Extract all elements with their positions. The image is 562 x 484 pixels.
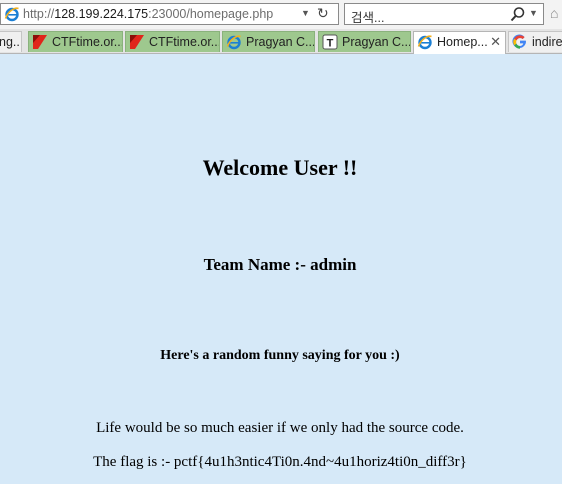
home-icon[interactable]: ⌂ (550, 5, 558, 21)
tab-google[interactable]: indire (508, 31, 562, 52)
tab-ctftime-1[interactable]: CTFtime.or... (28, 31, 123, 52)
saying-heading: Here's a random funny saying for you :) (160, 348, 400, 363)
address-bar[interactable]: http://128.199.224.175:23000/homepage.ph… (0, 3, 339, 25)
tab-label: ng... (0, 35, 22, 49)
funny-saying-text: Life would be so much easier if we only … (96, 420, 464, 436)
ctftime-flag-icon (130, 35, 144, 49)
ie-icon (4, 7, 19, 22)
svg-text:T: T (327, 38, 334, 50)
tab-label: Homep... (437, 35, 488, 49)
flag-text: The flag is :- pctf{4u1h3ntic4Ti0n.4nd~4… (93, 454, 467, 470)
search-dropdown-icon[interactable]: ▼ (529, 8, 538, 18)
tab-0[interactable]: ng... (0, 31, 22, 52)
tab-label: CTFtime.or... (52, 35, 123, 49)
search-input[interactable]: 검색... (351, 7, 384, 26)
team-name-heading: Team Name :- admin (203, 255, 357, 274)
tab-label: Pragyan C... (342, 35, 411, 49)
refresh-icon[interactable]: ↻ (317, 5, 329, 22)
tab-bar: ng... CTFtime.or... CTFtime.or... Pragya… (0, 29, 562, 54)
url-text: http://128.199.224.175:23000/homepage.ph… (23, 7, 274, 21)
search-box[interactable]: 검색... ▼ (344, 3, 544, 25)
google-icon (512, 34, 526, 49)
t-icon: T (322, 34, 338, 50)
tab-label: indire (532, 35, 562, 49)
tab-homepage[interactable]: Homep... ✕ (413, 31, 506, 54)
tab-pragyan-2[interactable]: T Pragyan C... (318, 31, 411, 52)
ie-icon (226, 35, 241, 50)
browser-toolbar: http://128.199.224.175:23000/homepage.ph… (0, 0, 562, 30)
close-icon[interactable]: ✕ (490, 34, 501, 50)
tab-pragyan-1[interactable]: Pragyan C... (222, 31, 315, 52)
url-dropdown-icon[interactable]: ▼ (301, 8, 310, 18)
ie-icon (417, 35, 432, 50)
tab-label: CTFtime.or... (149, 35, 220, 49)
page-content: Welcome User !! Team Name :- admin Here'… (0, 54, 562, 484)
tab-ctftime-2[interactable]: CTFtime.or... (125, 31, 220, 52)
welcome-heading: Welcome User !! (202, 155, 358, 180)
search-icon[interactable] (510, 6, 526, 22)
ctftime-flag-icon (33, 35, 47, 49)
tab-label: Pragyan C... (246, 35, 315, 49)
